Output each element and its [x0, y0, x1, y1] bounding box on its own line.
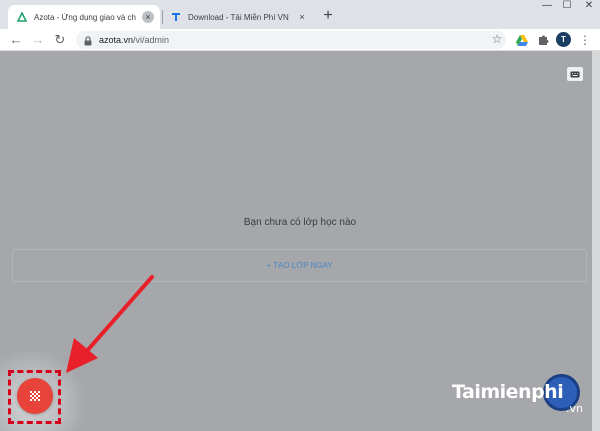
new-tab-icon[interactable]: + [319, 7, 337, 25]
watermark-domain: .vn [566, 402, 583, 415]
tab-title: Download - Tải Miễn Phí VN - Ph [188, 12, 290, 22]
back-icon[interactable]: ← [8, 32, 24, 48]
azota-favicon-icon [16, 11, 28, 23]
url-path: /vi/admin [133, 35, 170, 45]
tab-title: Azota - Ứng dụng giao và chấm [34, 12, 136, 22]
bookmark-star-icon[interactable]: ☆ [490, 32, 504, 46]
url-host: azota.vn [99, 35, 134, 45]
address-bar[interactable]: azota.vn/vi/admin [76, 31, 506, 49]
minimize-icon[interactable]: — [538, 0, 556, 14]
floating-action-button[interactable] [17, 378, 53, 414]
reload-icon[interactable]: ↻ [52, 32, 68, 48]
keyboard-icon[interactable] [567, 67, 583, 81]
tab-download[interactable]: Download - Tải Miễn Phí VN - Ph × [162, 5, 314, 29]
extensions-puzzle-icon[interactable] [536, 33, 550, 47]
close-tab-icon[interactable]: × [296, 11, 308, 23]
profile-avatar[interactable]: T [556, 32, 571, 47]
browser-toolbar: ← → ↻ azota.vn/vi/admin ☆ T ⋮ [0, 29, 600, 51]
sparkle-icon [30, 391, 40, 401]
lock-icon [82, 34, 94, 46]
page-content: Bạn chưa có lớp học nào + TẠO LỚP NGAY [0, 51, 600, 431]
create-class-button[interactable]: + TẠO LỚP NGAY [12, 249, 587, 282]
scrollbar-track[interactable] [592, 51, 600, 431]
forward-icon[interactable]: → [30, 32, 46, 48]
google-drive-icon[interactable] [515, 33, 529, 47]
close-tab-icon[interactable]: × [142, 11, 154, 23]
tab-azota[interactable]: Azota - Ứng dụng giao và chấm × [8, 5, 160, 29]
empty-classes-message: Bạn chưa có lớp học nào [243, 217, 357, 228]
maximize-icon[interactable]: ☐ [558, 0, 576, 14]
kebab-menu-icon[interactable]: ⋮ [578, 32, 592, 48]
watermark-brand: Taimienphi [452, 381, 564, 403]
tab-strip: Azota - Ứng dụng giao và chấm × Download… [0, 0, 600, 29]
taimienphi-favicon-icon [170, 11, 182, 23]
url-text: azota.vn/vi/admin [99, 31, 169, 49]
close-window-icon[interactable]: ✕ [580, 0, 598, 14]
